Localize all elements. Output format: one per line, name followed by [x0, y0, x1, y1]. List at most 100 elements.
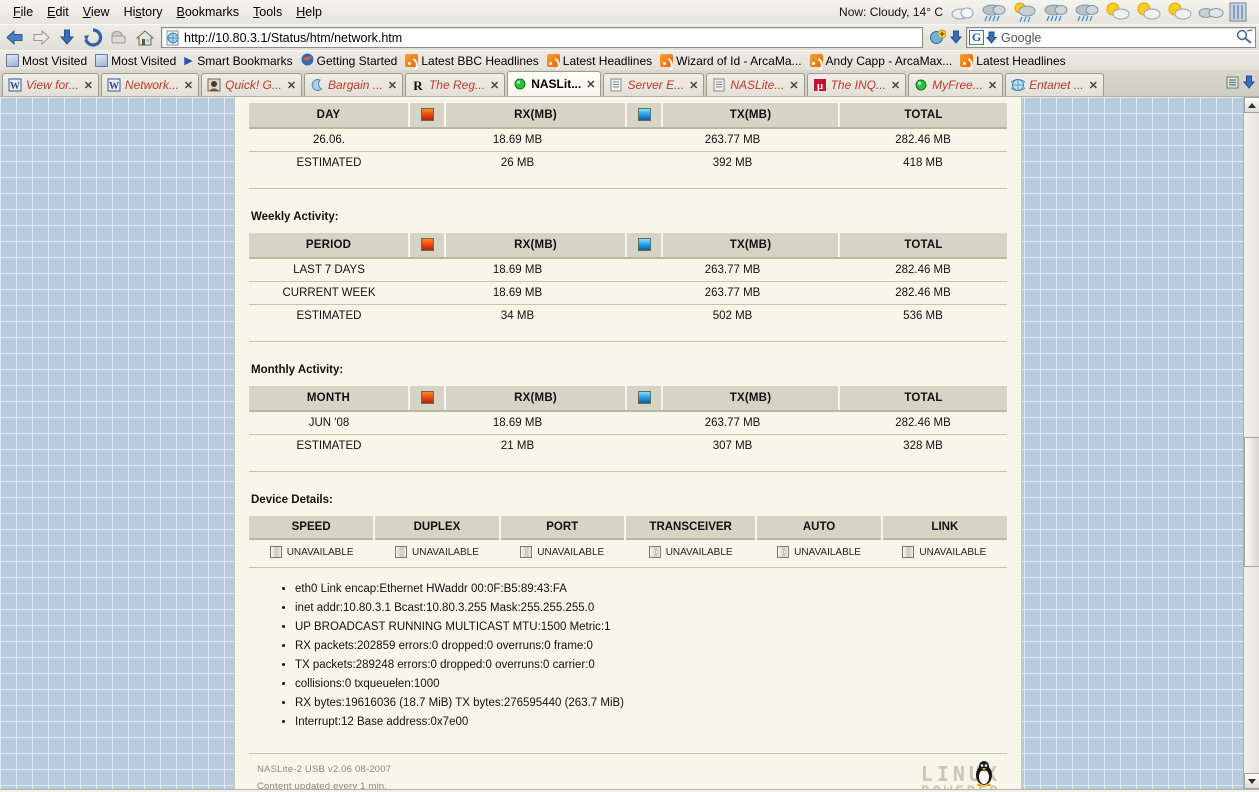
bookmark-item[interactable]: Latest Headlines: [956, 53, 1069, 69]
bookmark-item[interactable]: Most Visited: [2, 53, 91, 69]
browser-tab[interactable]: W View for... ✕: [2, 73, 99, 96]
page-footer: NASLite-2 USB v2.06 08-2007 Content upda…: [249, 753, 1007, 789]
tx-color-swatch-cell: [626, 233, 664, 259]
tab-close-icon[interactable]: ✕: [387, 79, 398, 92]
device-details-title: Device Details:: [251, 494, 333, 506]
menu-file[interactable]: File: [6, 3, 40, 21]
go-button[interactable]: [927, 27, 947, 49]
stop-button[interactable]: [107, 27, 131, 49]
bookmark-item[interactable]: Latest BBC Headlines: [401, 53, 542, 69]
status-indicator-icon: [395, 546, 407, 558]
scroll-down-button[interactable]: [1244, 773, 1259, 789]
cell-tx: 263.77 MB: [626, 128, 839, 152]
browser-tab[interactable]: Entanet ... ✕: [1005, 73, 1104, 96]
tx-color-swatch-cell: [626, 103, 664, 129]
word-icon: W: [8, 78, 22, 92]
divider: [249, 188, 1007, 189]
go-dropdown-icon[interactable]: [948, 27, 964, 49]
menu-bookmarks[interactable]: Bookmarks: [170, 3, 247, 21]
browser-tab[interactable]: µ The INQ... ✕: [806, 73, 907, 96]
tab-label: NASLit...: [531, 77, 582, 91]
back-button[interactable]: [3, 27, 27, 49]
menu-view[interactable]: View: [76, 3, 117, 21]
tx-color-swatch-cell: [626, 386, 664, 412]
col-tx: TX(MB): [662, 386, 840, 412]
browser-tab[interactable]: Quick! G... ✕: [201, 73, 303, 96]
table-row: 26.06. 18.69 MB 263.77 MB 282.46 MB: [249, 128, 1007, 152]
daily-activity-table: DAY RX(MB) TX(MB) TOTAL 26.06. 18.69 MB …: [249, 103, 1007, 174]
firefox-icon: [301, 53, 314, 69]
tab-close-icon[interactable]: ✕: [890, 79, 901, 92]
tab-close-icon[interactable]: ✕: [1088, 79, 1099, 92]
forward-button[interactable]: [29, 27, 53, 49]
bookmark-item[interactable]: Latest Headlines: [543, 53, 656, 69]
bookmark-label: Andy Capp - ArcaMax...: [825, 53, 953, 68]
cloud-rain-icon: [1041, 1, 1071, 23]
tab-close-icon[interactable]: ✕: [286, 79, 297, 92]
interface-info-list: eth0 Link encap:Ethernet HWaddr 00:0F:B5…: [295, 582, 1007, 729]
cloud-rain-icon: [1072, 1, 1102, 23]
cell-day: ESTIMATED: [296, 157, 362, 169]
bookmark-folder-icon: [6, 54, 19, 67]
browser-tab[interactable]: W Network... ✕: [100, 73, 200, 96]
list-item: Interrupt:12 Base address:0x7e00: [295, 715, 1007, 729]
bookmark-item[interactable]: Andy Capp - ArcaMax...: [806, 53, 957, 69]
cell-tx: 263.77 MB: [626, 258, 839, 282]
url-text: http://10.80.3.1/Status/htm/network.htm: [184, 30, 403, 45]
browser-tab[interactable]: MyFree... ✕: [908, 73, 1004, 96]
tab-close-icon[interactable]: ✕: [987, 79, 998, 92]
address-bar[interactable]: http://10.80.3.1/Status/htm/network.htm: [161, 27, 923, 48]
download-button[interactable]: [55, 27, 79, 49]
tab-bar-controls: [1221, 75, 1259, 96]
svg-text:µ: µ: [816, 80, 823, 92]
tab-close-icon[interactable]: ✕: [489, 79, 500, 92]
weather-widget[interactable]: Now: Cloudy, 14° C: [839, 0, 1257, 24]
tab-close-icon[interactable]: ✕: [83, 79, 94, 92]
bookmark-item[interactable]: Most Visited: [91, 53, 180, 69]
bookmark-item[interactable]: ▶ Smart Bookmarks: [180, 53, 296, 69]
browser-tab[interactable]: Server E... ✕: [603, 73, 705, 96]
svg-text:W: W: [109, 81, 119, 92]
browser-chrome: File Edit View History Bookmarks Tools H…: [0, 0, 1259, 97]
tab-list-icon[interactable]: [1225, 75, 1240, 93]
col-period: PERIOD: [249, 233, 410, 259]
browser-tab-active[interactable]: NASLit... ✕: [507, 71, 602, 96]
bookmark-item[interactable]: Getting Started: [297, 52, 402, 70]
tab-label: NASLite...: [730, 78, 785, 92]
col-total: TOTAL: [839, 103, 1007, 129]
search-submit-icon[interactable]: [1236, 28, 1253, 47]
list-item: inet addr:10.80.3.1 Bcast:10.80.3.255 Ma…: [295, 601, 1007, 615]
menu-tools[interactable]: Tools: [246, 3, 289, 21]
sun-cloud-icon: [1134, 1, 1164, 23]
browser-tab[interactable]: NASLite... ✕: [706, 73, 805, 96]
tab-close-icon[interactable]: ✕: [688, 79, 699, 92]
tab-close-icon[interactable]: ✕: [183, 79, 194, 92]
menu-edit[interactable]: Edit: [40, 3, 76, 21]
col-month: MONTH: [249, 386, 410, 412]
bookmark-label: Latest Headlines: [562, 53, 653, 68]
cloud-rain-icon: [979, 1, 1009, 23]
tab-scroll-down-icon[interactable]: [1242, 75, 1256, 93]
col-tx: TX(MB): [662, 233, 840, 259]
tab-label: Entanet ...: [1029, 78, 1084, 92]
menu-bar: File Edit View History Bookmarks Tools H…: [0, 0, 1259, 24]
bookmark-item[interactable]: Wizard of Id - ArcaMa...: [656, 53, 805, 69]
scroll-up-button[interactable]: [1244, 97, 1259, 113]
divider: [249, 341, 1007, 342]
tab-close-icon[interactable]: ✕: [585, 78, 596, 91]
browser-tab[interactable]: Bargain ... ✕: [304, 73, 403, 96]
search-engine-dropdown-icon[interactable]: [984, 30, 998, 46]
menu-help[interactable]: Help: [289, 3, 329, 21]
rx-color-swatch: [420, 391, 434, 404]
reload-button[interactable]: [81, 27, 105, 49]
scrollbar-thumb[interactable]: [1244, 437, 1259, 567]
menu-history[interactable]: History: [117, 3, 170, 21]
status-badge: UNAVAILABLE: [412, 546, 479, 558]
svg-text:W: W: [10, 81, 20, 92]
tab-close-icon[interactable]: ✕: [788, 79, 799, 92]
search-bar[interactable]: G Google: [966, 27, 1256, 48]
col-tx: TX(MB): [662, 103, 840, 129]
home-button[interactable]: [133, 27, 157, 49]
vertical-scrollbar[interactable]: [1243, 97, 1259, 789]
browser-tab[interactable]: R The Reg... ✕: [404, 73, 506, 96]
